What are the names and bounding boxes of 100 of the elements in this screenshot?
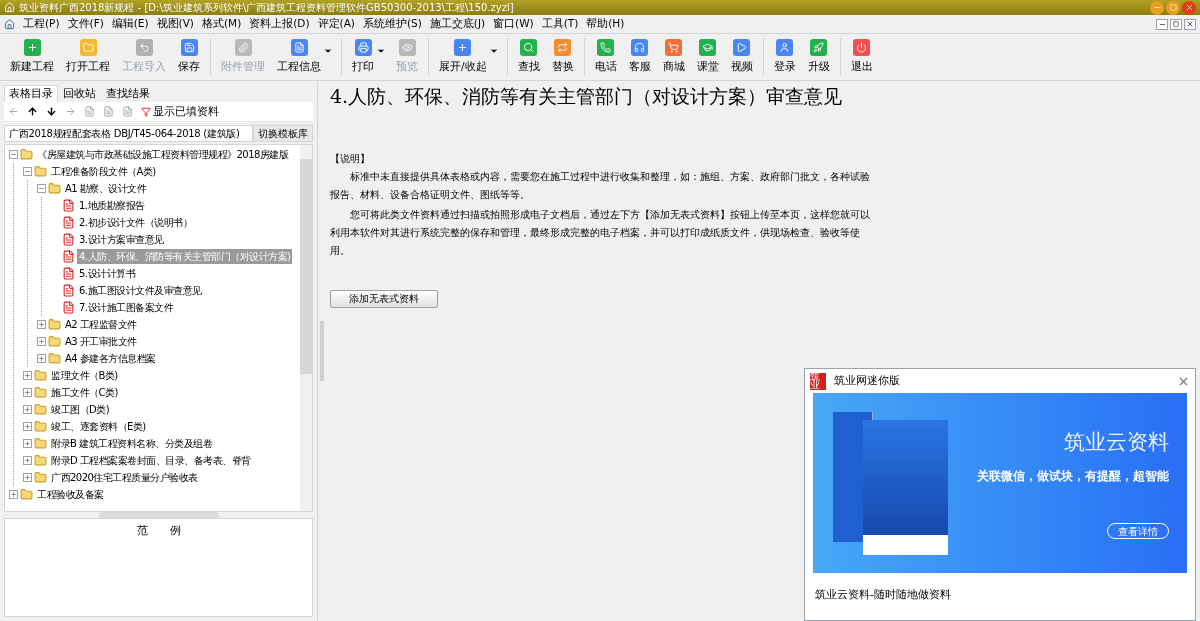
- expand-icon[interactable]: [9, 490, 18, 499]
- tree-item[interactable]: 竣工、逐套资料（E类): [49, 419, 148, 434]
- expand-icon[interactable]: [23, 473, 32, 482]
- app-icon: [4, 2, 15, 13]
- switch-template-button[interactable]: 切换模板库: [253, 125, 313, 142]
- toolbar-button[interactable]: 客服: [622, 39, 657, 75]
- toolbar-button[interactable]: 工程信息: [271, 39, 327, 75]
- folder-icon: [34, 454, 47, 467]
- legend-title: 范 例: [136, 523, 181, 538]
- splitter-handle[interactable]: [98, 512, 219, 518]
- popup-caption: 筑业云资料-随时随地做资料: [815, 587, 952, 603]
- caret-icon[interactable]: [376, 46, 386, 56]
- tree-item[interactable]: 工程验收及备案: [35, 487, 106, 502]
- home-icon: [4, 18, 15, 30]
- toolbar-button[interactable]: 视频: [724, 39, 759, 75]
- up-arrow-icon[interactable]: [27, 106, 38, 117]
- toolbar-button[interactable]: 替换: [545, 39, 580, 75]
- tree-item[interactable]: A4 参建各方信息档案: [63, 351, 158, 366]
- menu-item[interactable]: 施工交底(J): [429, 16, 486, 32]
- document-icon[interactable]: [103, 106, 114, 117]
- toolbar-button[interactable]: 展开/收起: [433, 39, 493, 75]
- menu-item[interactable]: 系统维护(S): [362, 16, 422, 32]
- toolbar-button[interactable]: 商城: [656, 39, 691, 75]
- tree-item[interactable]: 《房屋建筑与市政基础设施工程资料管理规程》2018房建版: [35, 147, 291, 162]
- tree-item[interactable]: 1.地质勘察报告: [77, 198, 147, 213]
- menu-item[interactable]: 窗口(W): [493, 16, 534, 32]
- scrollbar[interactable]: [300, 145, 312, 511]
- menu-item[interactable]: 资料上报(D): [249, 16, 310, 32]
- note-heading: 【说明】: [330, 151, 371, 166]
- toolbar-button[interactable]: 保存: [172, 39, 206, 75]
- tree-item[interactable]: A3 开工审批文件: [63, 334, 139, 349]
- close-icon[interactable]: [1184, 3, 1194, 12]
- expand-icon[interactable]: [23, 422, 32, 431]
- toolbar-button[interactable]: 查找: [511, 39, 546, 75]
- tree-item[interactable]: 附录B 建筑工程资料名称、分类及组卷: [49, 436, 215, 451]
- filter-toggle[interactable]: 显示已填资料: [153, 103, 219, 120]
- toolbar-button[interactable]: 课堂: [690, 39, 725, 75]
- forward-arrow-icon[interactable]: [65, 106, 76, 117]
- document-icon[interactable]: [122, 106, 133, 117]
- folder-icon: [34, 165, 47, 178]
- tree-item[interactable]: 广西2020住宅工程质量分户验收表: [49, 470, 200, 485]
- toolbar-button[interactable]: 电话: [588, 39, 623, 75]
- menu-item[interactable]: 帮助(H): [586, 16, 625, 32]
- caret-icon[interactable]: [323, 46, 333, 56]
- tree-item[interactable]: 工程准备阶段文件（A类): [49, 164, 158, 179]
- caret-icon[interactable]: [488, 46, 499, 56]
- tree-item[interactable]: A2 工程监督文件: [63, 317, 139, 332]
- menu-item[interactable]: 格式(M): [202, 16, 242, 32]
- tree-item[interactable]: 监理文件（B类): [49, 368, 120, 383]
- toolbar-button[interactable]: 升级: [801, 39, 836, 75]
- collapse-icon[interactable]: [23, 167, 32, 176]
- menu-item[interactable]: 文件(F): [67, 16, 104, 32]
- tree-item[interactable]: 附录D 工程档案案卷封面、目录、备考表、脊背: [49, 453, 253, 468]
- expand-icon[interactable]: [23, 388, 32, 397]
- folder-icon: [48, 182, 61, 195]
- tree-item[interactable]: 2.初步设计文件（说明书）: [77, 215, 195, 230]
- splitter-handle[interactable]: [320, 321, 324, 381]
- folder-icon: [34, 437, 47, 450]
- tree-item[interactable]: 竣工图（D类): [49, 402, 112, 417]
- tree-item[interactable]: 施工文件（C类): [49, 385, 120, 400]
- folder-icon: [20, 148, 33, 161]
- template-field[interactable]: 广西2018规程配套表格 DBJ/T45-064-2018 (建筑版): [4, 125, 253, 142]
- tree-item[interactable]: 7.设计施工图备案文件: [77, 300, 176, 315]
- menu-item[interactable]: 编辑(E): [111, 16, 149, 32]
- back-arrow-icon[interactable]: [8, 106, 19, 117]
- tree-item[interactable]: 3.设计方案审查意见: [77, 232, 166, 247]
- expand-icon[interactable]: [23, 439, 32, 448]
- menu-item[interactable]: 工程(P): [23, 16, 60, 32]
- menu-item[interactable]: 视图(V): [156, 16, 194, 32]
- expand-icon[interactable]: [37, 354, 46, 363]
- expand-icon[interactable]: [37, 337, 46, 346]
- expand-icon[interactable]: [23, 405, 32, 414]
- toolbar-button[interactable]: 打开工程: [60, 39, 116, 75]
- folder-icon: [34, 403, 47, 416]
- tree-item[interactable]: A1 勘察、设计文件: [63, 181, 149, 196]
- collapse-icon[interactable]: [37, 184, 46, 193]
- down-arrow-icon[interactable]: [46, 106, 57, 117]
- toolbar-button[interactable]: 打印: [346, 39, 380, 75]
- restore-icon[interactable]: [1173, 21, 1179, 27]
- collapse-icon[interactable]: [9, 150, 18, 159]
- document-icon: [62, 199, 75, 212]
- document-icon[interactable]: [84, 106, 95, 117]
- toolbar-button[interactable]: 登录: [767, 39, 802, 75]
- menu-item[interactable]: 工具(T): [541, 16, 579, 32]
- add-document-button[interactable]: 添加无表式资料: [330, 289, 438, 308]
- menu-item[interactable]: 评定(A): [317, 16, 355, 32]
- sidebar-tab[interactable]: 表格目录: [4, 85, 58, 102]
- toolbar-button[interactable]: 新建工程: [4, 39, 60, 75]
- popup-title: 筑业网迷你版: [834, 372, 900, 389]
- close-icon[interactable]: [1186, 20, 1194, 28]
- banner-title: 筑业云资料: [1064, 429, 1169, 457]
- expand-icon[interactable]: [23, 456, 32, 465]
- expand-icon[interactable]: [23, 371, 32, 380]
- expand-icon[interactable]: [37, 320, 46, 329]
- filter-icon[interactable]: [141, 106, 151, 117]
- toolbar-button[interactable]: 退出: [844, 39, 879, 75]
- tree-item[interactable]: 6.施工图设计文件及审查意见: [77, 283, 204, 298]
- document-icon: [62, 216, 75, 229]
- description-paragraph: 您可将此类文件资料通过扫描或拍照形成电子文档后，通过左下方【添加无表式资料】按钮上传至本页，这样您就可以利用本软件对其进行系统完整的保存和管理，最终形成完整的电子档案，并可以打印成纸质文件，供现场检查、验收等使用。: [330, 207, 870, 258]
- tree-item[interactable]: 5.设计计算书: [77, 266, 138, 281]
